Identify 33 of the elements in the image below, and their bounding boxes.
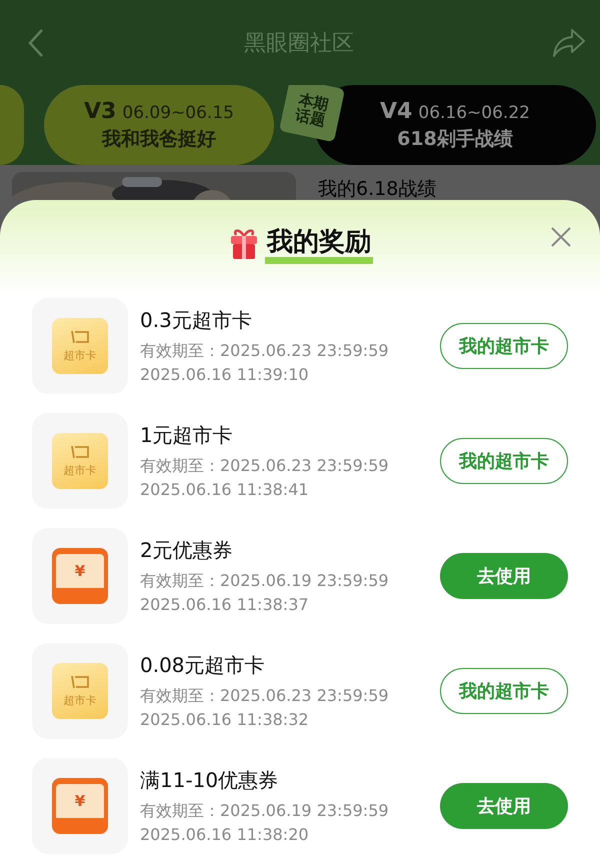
post-title[interactable]: 我的6.18战绩: [318, 176, 436, 200]
reward-name: 0.08元超市卡: [140, 652, 266, 679]
coupon-icon: ¥: [52, 778, 108, 834]
reward-name: 2元优惠券: [140, 537, 234, 564]
reward-name: 满11-10优惠券: [140, 767, 280, 794]
current-topic-badge: 本期话题: [279, 85, 345, 142]
expiry-date: 有效期至：2025.06.19 23:59:59: [140, 801, 390, 822]
page-title: 黑眼圈社区: [244, 30, 354, 58]
supermarket-card-icon: 超市卡: [52, 318, 108, 374]
received-time: 2025.06.16 11:39:10: [140, 365, 310, 384]
reward-name: 0.3元超市卡: [140, 307, 253, 334]
share-icon[interactable]: [552, 28, 586, 58]
supermarket-card-icon: 超市卡: [52, 662, 108, 718]
use-button[interactable]: 去使用: [440, 782, 568, 828]
received-time: 2025.06.16 11:38:41: [140, 480, 310, 499]
supermarket-card-icon: 超市卡: [52, 432, 108, 488]
topic-tab-edge[interactable]: [0, 85, 24, 165]
topic-tab[interactable]: V3 06.09~06.15 我和我爸挺好: [44, 85, 274, 165]
received-time: 2025.06.16 11:38:37: [140, 595, 310, 614]
expiry-date: 有效期至：2025.06.23 23:59:59: [140, 686, 390, 707]
expiry-date: 有效期至：2025.06.19 23:59:59: [140, 571, 390, 592]
expiry-date: 有效期至：2025.06.23 23:59:59: [140, 341, 390, 362]
close-icon[interactable]: [550, 226, 572, 248]
coupon-icon: ¥: [52, 548, 108, 604]
my-card-button[interactable]: 我的超市卡: [440, 438, 568, 484]
my-card-button[interactable]: 我的超市卡: [440, 322, 568, 368]
back-icon[interactable]: [26, 26, 46, 58]
received-time: 2025.06.16 11:38:20: [140, 825, 310, 844]
reward-name: 1元超市卡: [140, 422, 234, 449]
expiry-date: 有效期至：2025.06.23 23:59:59: [140, 456, 390, 477]
received-time: 2025.06.16 11:38:32: [140, 710, 310, 729]
my-card-button[interactable]: 我的超市卡: [440, 668, 568, 714]
use-button[interactable]: 去使用: [440, 552, 568, 598]
